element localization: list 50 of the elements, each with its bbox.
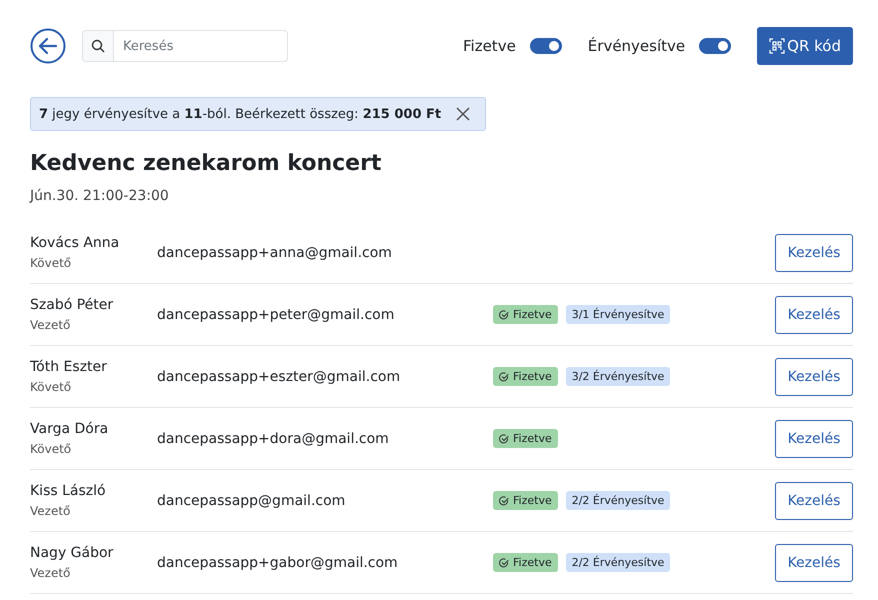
attendee-email: dancepassapp+dora@gmail.com: [157, 430, 390, 446]
event-title: Kedvenc zenekarom koncert: [30, 151, 382, 176]
attendee-email: dancepassapp@gmail.com: [157, 492, 346, 508]
paid-badge: Fizetve: [493, 367, 558, 386]
attendee-name: Kiss László: [30, 483, 107, 499]
manage-button[interactable]: Kezelés: [775, 544, 853, 582]
paid-badge: Fizetve: [493, 429, 558, 448]
attendee-role: Követő: [30, 380, 72, 394]
attendee-role: Vezető: [30, 504, 72, 518]
attendee-name: Szabó Péter: [30, 297, 114, 313]
paid-badge: Fizetve: [493, 553, 558, 572]
attendee-role: Követő: [30, 442, 72, 456]
manage-button[interactable]: Kezelés: [775, 420, 853, 458]
paid-badge: Fizetve: [493, 491, 558, 510]
qr-code-button[interactable]: QR kód: [757, 27, 853, 65]
validated-badge: 2/2 Érvényesítve: [566, 491, 670, 510]
attendee-role: Vezető: [30, 318, 72, 332]
search-icon: [91, 39, 105, 53]
back-icon[interactable]: [30, 28, 66, 64]
attendee-email: dancepassapp+eszter@gmail.com: [157, 368, 402, 384]
event-time: Jún.30. 21:00-23:00: [30, 188, 170, 204]
manage-button[interactable]: Kezelés: [775, 482, 853, 520]
check-circle-icon: [499, 496, 509, 506]
check-circle-icon: [499, 310, 509, 320]
check-circle-icon: [499, 434, 509, 444]
check-circle-icon: [499, 372, 509, 382]
summary-text: 7 jegy érvényesítve a 11-ból. Beérkezett összeg: 215 000 Ft: [39, 106, 442, 122]
attendee-name: Tóth Eszter: [30, 359, 108, 375]
paid-badge: Fizetve: [493, 305, 558, 324]
toggle-switch[interactable]: [699, 38, 732, 54]
toggle-switch[interactable]: [530, 38, 562, 54]
validated-badge: 2/2 Érvényesítve: [566, 553, 670, 572]
validated-badge: 3/1 Érvényesítve: [566, 305, 670, 324]
close-icon[interactable]: [455, 106, 472, 122]
toggle-label: Érvényesítve: [588, 37, 686, 55]
attendee-email: dancepassapp+anna@gmail.com: [157, 244, 393, 260]
toggle-label: Fizetve: [463, 37, 516, 55]
manage-button[interactable]: Kezelés: [775, 296, 853, 334]
attendee-role: Vezető: [30, 566, 72, 580]
qr-icon: [769, 38, 786, 54]
attendee-name: Varga Dóra: [30, 421, 110, 437]
manage-button[interactable]: Kezelés: [775, 234, 853, 272]
attendee-name: Kovács Anna: [30, 235, 120, 251]
attendee-email: dancepassapp+peter@gmail.com: [157, 306, 396, 322]
attendee-role: Követő: [30, 256, 72, 270]
manage-button[interactable]: Kezelés: [775, 358, 853, 396]
attendee-email: dancepassapp+gabor@gmail.com: [157, 554, 399, 570]
attendee-name: Nagy Gábor: [30, 545, 114, 561]
check-circle-icon: [499, 558, 509, 568]
validated-badge: 3/2 Érvényesítve: [566, 367, 670, 386]
